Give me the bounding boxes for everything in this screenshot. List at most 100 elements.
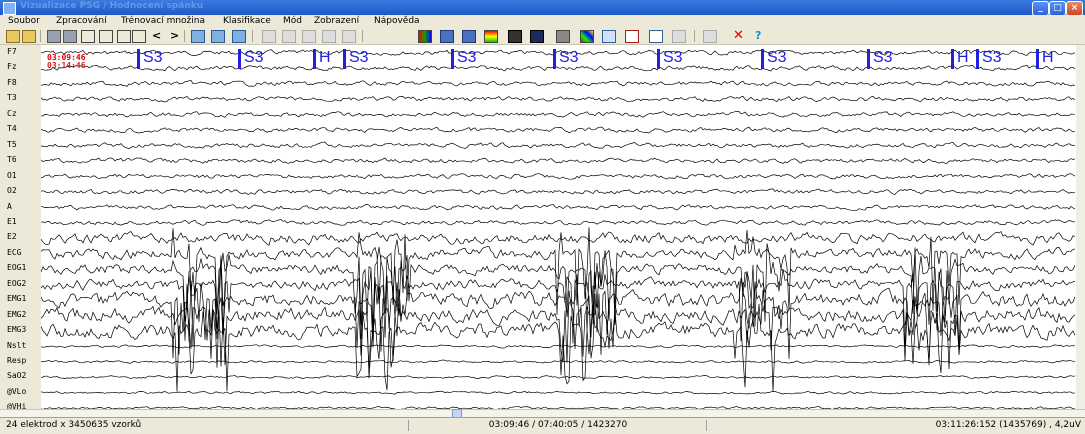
wave-icon[interactable] (342, 30, 356, 43)
channel-label-panel: F7 Fz F8 T3 Cz T4 T5 T6 O1 O2 A E1 E2 ECG EOG1 EOG2 EMG1… (0, 45, 42, 416)
status-cursor-value: 03:11:26:152 (1435769) , 4,2uV (706, 420, 1081, 431)
stage-divider (976, 49, 979, 69)
move-right-icon[interactable] (99, 30, 113, 43)
signal-trace (41, 126, 1076, 134)
channel-label[interactable]: T4 (7, 124, 17, 133)
palette-icon[interactable] (580, 30, 594, 43)
zoom-out-icon[interactable] (132, 30, 146, 43)
channel-label[interactable]: SaO2 (7, 371, 26, 380)
export-icon[interactable] (672, 30, 686, 43)
stage-label: S3 (143, 49, 163, 66)
channel-label[interactable]: F7 (7, 47, 17, 56)
new-file-icon[interactable] (6, 30, 20, 43)
channel-label[interactable]: T3 (7, 93, 17, 102)
signal-trace (41, 230, 1076, 246)
channel-label[interactable]: E1 (7, 217, 17, 226)
stage-label: S3 (349, 49, 369, 66)
report-icon[interactable] (625, 30, 639, 43)
menu-trenovaci-mnozina[interactable]: Trénovací množina (121, 16, 205, 26)
signal-plot-area[interactable]: 03:09:46 03:14:46 S3 S3 H S3 S3 S3 S3 S3 S3 H S3 H (41, 45, 1076, 416)
hypnogram-icon[interactable] (508, 30, 522, 43)
channel-label[interactable]: Resp (7, 356, 26, 365)
layout-icon[interactable] (556, 30, 570, 43)
horizontal-scrollbar[interactable] (0, 409, 1085, 417)
signal-traces (41, 49, 1076, 410)
move-left-icon[interactable] (81, 30, 95, 43)
signal-filter-icon[interactable] (211, 30, 225, 43)
channel-label[interactable]: EMG1 (7, 294, 26, 303)
channel-label[interactable]: T6 (7, 155, 17, 164)
menu-mod[interactable]: Mód (283, 16, 302, 26)
menu-zobrazeni[interactable]: Zobrazení (314, 16, 359, 26)
channel-settings-icon[interactable] (191, 30, 205, 43)
open-folder-icon[interactable] (22, 30, 36, 43)
title-bar[interactable]: Vizualizace PSG / Hodnocení spánku _ □ × (0, 0, 1085, 16)
stage-divider (343, 49, 346, 69)
status-bar: 24 elektrod x 3450635 vzorků 03:09:46 / … (0, 417, 1085, 434)
signal-trace (41, 188, 1076, 195)
menu-klasifikace[interactable]: Klasifikace (223, 16, 271, 26)
channel-label[interactable]: O1 (7, 171, 17, 180)
menu-zpracovani[interactable]: Zpracování (56, 16, 107, 26)
chevron-right-icon[interactable]: > (170, 30, 182, 41)
annotation-icon[interactable] (262, 30, 276, 43)
channel-label[interactable]: EOG2 (7, 279, 26, 288)
vertical-scrollbar[interactable] (1076, 45, 1085, 416)
channel-label[interactable]: EMG2 (7, 310, 26, 319)
window-icon[interactable] (602, 30, 616, 43)
channel-label[interactable]: ECG (7, 248, 21, 257)
signal-trace (41, 219, 1076, 226)
previous-time-label: 03:14:46 (47, 61, 86, 70)
channel-label[interactable]: Cz (7, 109, 17, 118)
close-button[interactable]: × (1066, 1, 1083, 16)
statistics-icon[interactable] (649, 30, 663, 43)
channel-label[interactable]: Nslt (7, 341, 26, 350)
table-view-icon[interactable] (462, 30, 476, 43)
channel-label[interactable]: EMG3 (7, 325, 26, 334)
spike-icon[interactable] (302, 30, 316, 43)
help-icon[interactable]: ? (755, 30, 767, 41)
signal-trace (41, 80, 1076, 87)
stage-divider (451, 49, 454, 69)
stage-divider (761, 49, 764, 69)
channel-label[interactable]: Fz (7, 62, 17, 71)
channel-label[interactable]: @VLo (7, 387, 26, 396)
channel-label[interactable]: O2 (7, 186, 17, 195)
baseline-icon[interactable] (322, 30, 336, 43)
signal-trace (41, 359, 1076, 364)
stage-label: S3 (982, 49, 1002, 66)
power-map-icon[interactable] (530, 30, 544, 43)
signal-trace (41, 303, 1076, 392)
channel-label[interactable]: A (7, 202, 12, 211)
print-icon[interactable] (47, 30, 61, 43)
zoom-in-icon[interactable] (117, 30, 131, 43)
signal-trace (41, 141, 1076, 149)
menu-bar: Soubor Zpracování Trénovací množina Klas… (0, 15, 1085, 28)
stage-divider (951, 49, 954, 69)
toolbar-separator (362, 30, 363, 42)
channel-label[interactable]: EOG1 (7, 263, 26, 272)
stage-divider (1036, 49, 1039, 69)
montage-icon[interactable] (232, 30, 246, 43)
chevron-left-icon[interactable]: < (152, 30, 164, 41)
menu-napoveda[interactable]: Nápověda (374, 16, 420, 26)
delete-icon[interactable]: ✕ (733, 29, 745, 42)
signal-trace (41, 95, 1076, 103)
grid-view-icon[interactable] (440, 30, 454, 43)
stage-label: S3 (559, 49, 579, 66)
signal-trace (41, 49, 1076, 56)
stage-label: S3 (663, 49, 683, 66)
stage-divider (867, 49, 870, 69)
channel-label[interactable]: T5 (7, 140, 17, 149)
marker-icon[interactable] (282, 30, 296, 43)
minimize-button[interactable]: _ (1032, 1, 1049, 16)
maximize-button[interactable]: □ (1049, 1, 1066, 16)
spectrum-icon[interactable] (484, 30, 498, 43)
color-scheme-icon[interactable] (418, 30, 432, 43)
stage-label: S3 (873, 49, 893, 66)
print-preview-icon[interactable] (63, 30, 77, 43)
channel-label[interactable]: E2 (7, 232, 17, 241)
menu-soubor[interactable]: Soubor (8, 16, 40, 26)
channel-label[interactable]: F8 (7, 78, 17, 87)
settings-icon[interactable] (703, 30, 717, 43)
